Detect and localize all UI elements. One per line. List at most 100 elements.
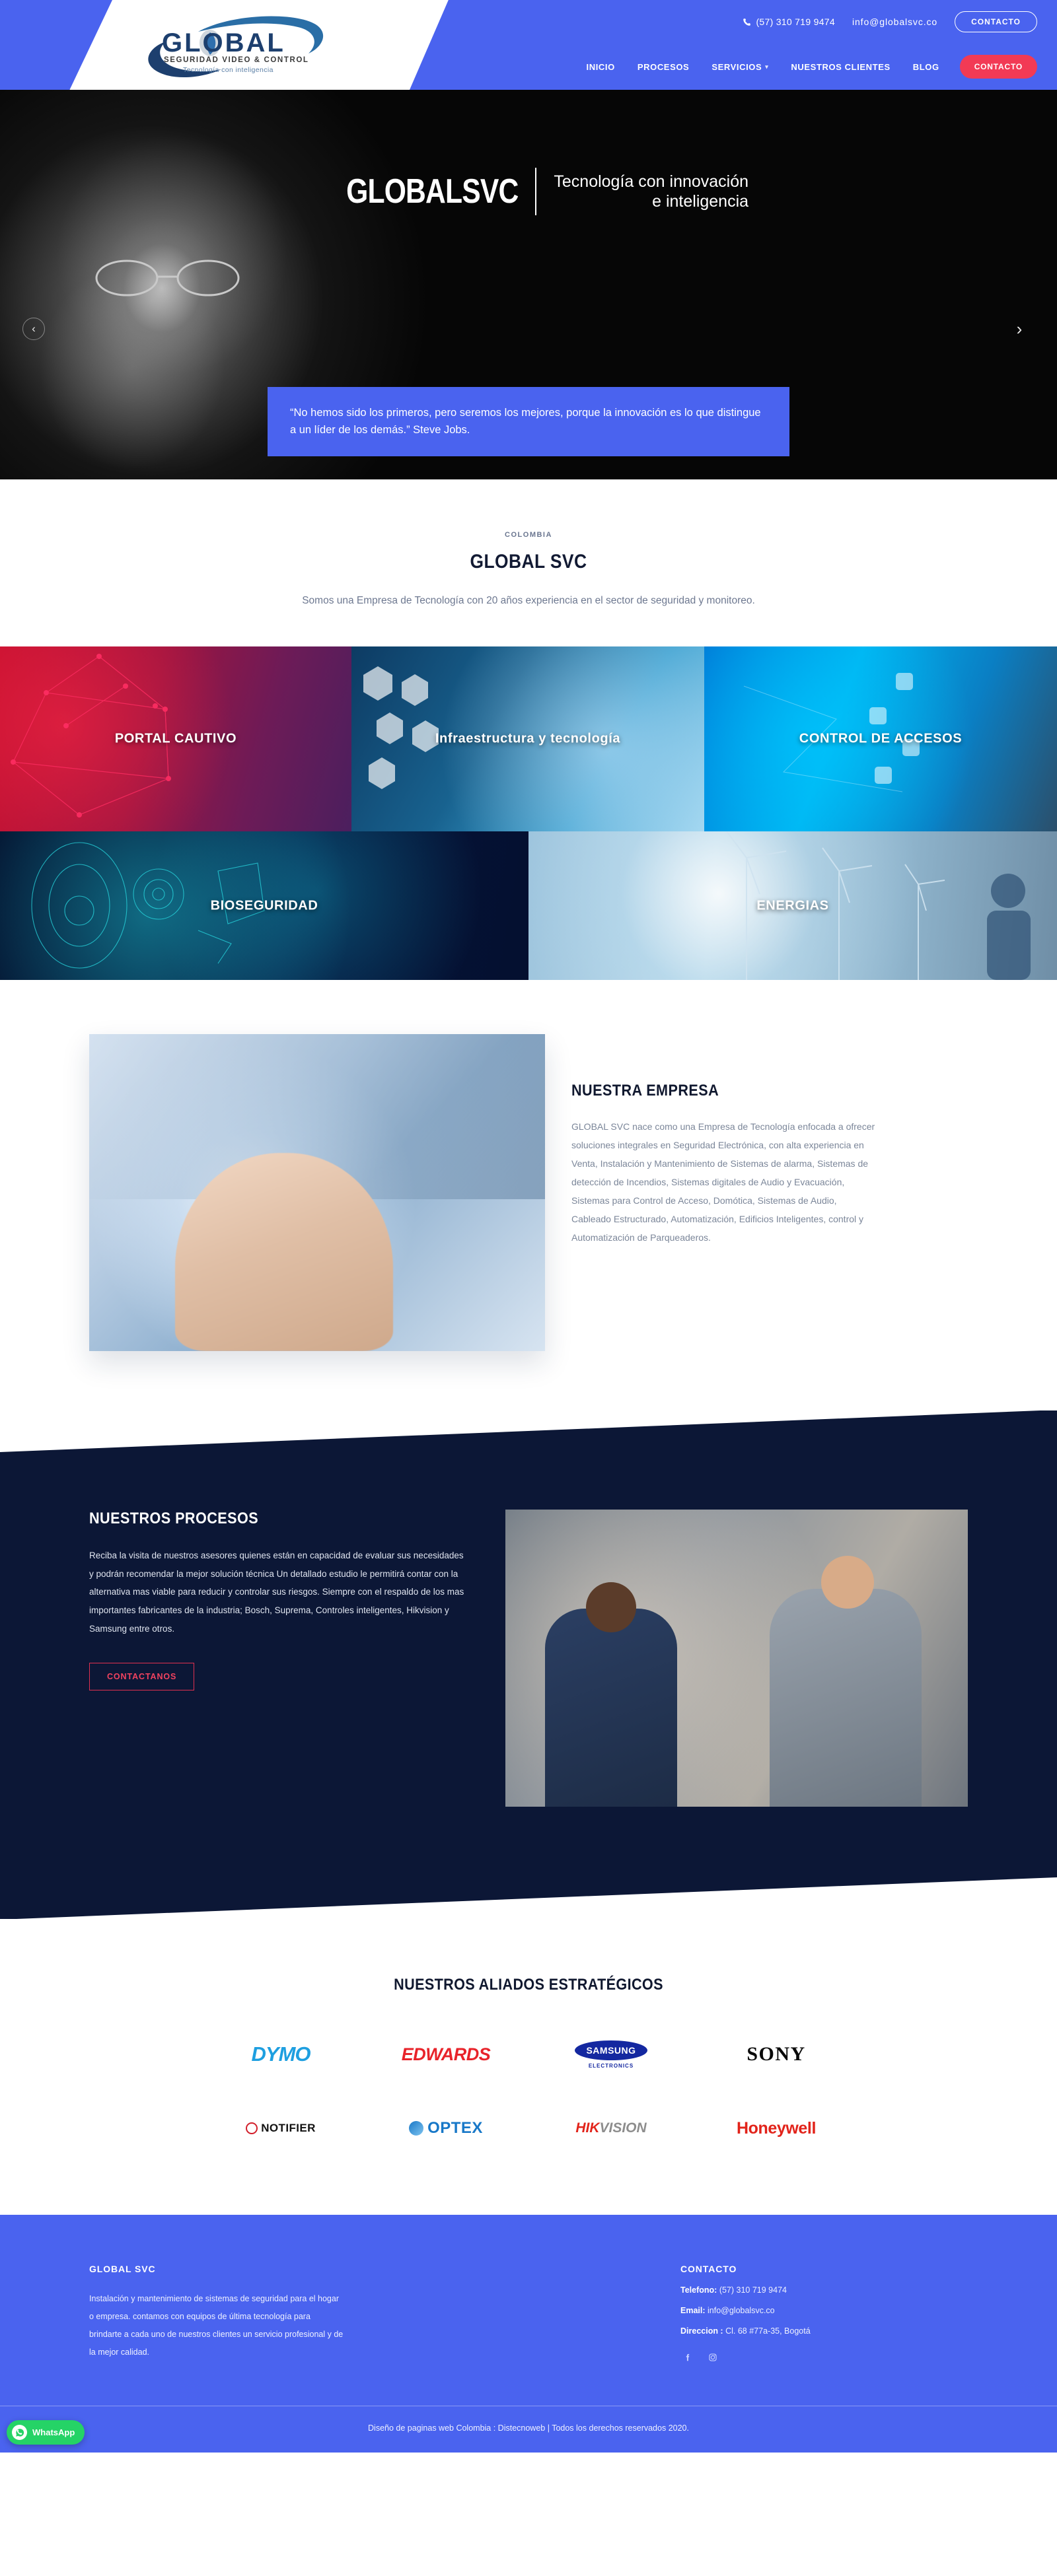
tile-infraestructura-y-tecnologia[interactable]: Infraestructura y tecnología — [351, 646, 704, 831]
nav-contact-cta-button[interactable]: CONTACTO — [959, 55, 1037, 79]
page-root: GLOBAL SEGURIDAD VIDEO & CONTROL Tecnolo… — [0, 0, 1057, 2453]
nav-item-nuestros-clientes[interactable]: NUESTROS CLIENTES — [780, 62, 901, 72]
partner-name: SAMSUNG — [575, 2040, 647, 2060]
tile-portal-cautivo[interactable]: PORTAL CAUTIVO — [0, 646, 351, 831]
services-tiles: PORTAL CAUTIVO Infraestructura y tecnolo… — [0, 646, 1057, 980]
partner-logo-optex[interactable]: OPTEX — [363, 2105, 528, 2151]
partner-logo-edwards[interactable]: EDWARDS — [363, 2031, 528, 2077]
hero-divider — [535, 168, 537, 215]
tile-label: BIOSEGURIDAD — [210, 898, 318, 913]
header-contact-button[interactable]: CONTACTO — [955, 11, 1037, 32]
intro-eyebrow: COLOMBIA — [505, 531, 552, 539]
footer-phone-value: (57) 310 719 9474 — [719, 2285, 787, 2295]
optex-swirl-icon — [409, 2121, 424, 2136]
nav-label: BLOG — [912, 61, 939, 72]
partner-name: SONY — [747, 2043, 806, 2065]
site-header: GLOBAL SEGURIDAD VIDEO & CONTROL Tecnolo… — [0, 0, 1057, 90]
procesos-title: NUESTROS PROCESOS — [89, 1510, 259, 1527]
logo-tagline-secondary: Tecnología con inteligencia — [183, 66, 273, 74]
chevron-down-icon: ▾ — [765, 63, 769, 70]
aliados-title: NUESTROS ALIADOS ESTRATÉGICOS — [394, 1976, 663, 1994]
nav-label: SERVICIOS — [711, 61, 762, 72]
footer-phone-line: Telefono: (57) 310 719 9474 — [680, 2285, 935, 2295]
header-email[interactable]: info@globalsvc.co — [852, 17, 937, 27]
partner-logo-row-2: NOTIFIER OPTEX HIKVISION Honeywell — [198, 2105, 859, 2151]
intro-title: GLOBAL SVC — [470, 551, 587, 573]
hero-subtitle: Tecnología con innovación e inteligencia — [554, 172, 748, 212]
partner-subname: ELECTRONICS — [588, 2062, 634, 2069]
footer-copyright: Diseño de paginas web Colombia : Distecn… — [0, 2406, 1057, 2453]
nav-item-procesos[interactable]: PROCESOS — [626, 62, 700, 72]
hero-next-arrow-icon[interactable]: › — [1008, 318, 1031, 340]
partner-name: EDWARDS — [401, 2044, 491, 2064]
procesos-image-head-right — [821, 1556, 874, 1609]
nav-item-inicio[interactable]: INICIO — [575, 62, 626, 72]
procesos-body: Reciba la visita de nuestros asesores qu… — [89, 1550, 464, 1634]
footer-address-line: Direccion : Cl. 68 #77a-35, Bogotá — [680, 2326, 935, 2336]
tiles-row-1: PORTAL CAUTIVO Infraestructura y tecnolo… — [0, 646, 1057, 831]
footer-email-line: Email: info@globalsvc.co — [680, 2306, 935, 2315]
procesos-image-head-left — [586, 1582, 636, 1632]
tile-label: ENERGIAS — [756, 898, 829, 913]
hero-headline-group: GLOBALSVC Tecnología con innovación e in… — [0, 168, 1057, 215]
procesos-text-block: NUESTROS PROCESOS Reciba la visita de nu… — [89, 1510, 466, 1691]
footer-address-value: Cl. 68 #77a-35, Bogotá — [725, 2326, 811, 2336]
nav-label: INICIO — [586, 61, 615, 72]
footer-brand-text: Instalación y mantenimiento de sistemas … — [89, 2294, 344, 2357]
tile-bioseguridad[interactable]: BIOSEGURIDAD — [0, 831, 528, 980]
facebook-icon[interactable] — [680, 2350, 695, 2365]
hero-title: GLOBALSVC — [346, 172, 519, 211]
nav-label: PROCESOS — [637, 61, 690, 72]
contactanos-button[interactable]: CONTACTANOS — [89, 1663, 195, 1691]
whatsapp-icon — [12, 2425, 27, 2440]
whatsapp-float-button[interactable]: WhatsApp — [7, 2420, 85, 2445]
tile-control-de-accesos[interactable]: CONTROL DE ACCESOS — [704, 646, 1057, 831]
empresa-body: GLOBAL SVC nace como una Empresa de Tecn… — [571, 1121, 875, 1243]
hero-subtitle-line2: e inteligencia — [652, 192, 749, 211]
partner-logo-dymo[interactable]: DYMO — [198, 2031, 363, 2077]
header-phone-text: (57) 310 719 9474 — [756, 17, 835, 27]
partner-logo-samsung[interactable]: SAMSUNG ELECTRONICS — [528, 2031, 694, 2077]
empresa-image — [89, 1034, 545, 1351]
procesos-section: NUESTROS PROCESOS Reciba la visita de nu… — [0, 1410, 1057, 1920]
partner-logo-row-1: DYMO EDWARDS SAMSUNG ELECTRONICS SONY — [198, 2031, 859, 2077]
header-email-text: info@globalsvc.co — [852, 17, 938, 27]
intro-section: COLOMBIA GLOBAL SVC Somos una Empresa de… — [0, 479, 1057, 646]
procesos-image — [505, 1510, 968, 1807]
partner-logo-sony[interactable]: SONY — [694, 2031, 859, 2077]
header-phone[interactable]: (57) 310 719 9474 — [743, 17, 835, 27]
partner-name: OPTEX — [427, 2119, 483, 2137]
partner-logo-hikvision[interactable]: HIKVISION — [528, 2105, 694, 2151]
partner-name: DYMO — [251, 2042, 311, 2066]
whatsapp-label: WhatsApp — [32, 2427, 75, 2437]
tile-label: PORTAL CAUTIVO — [114, 731, 237, 746]
header-topbar: (57) 310 719 9474 info@globalsvc.co CONT… — [462, 0, 1057, 44]
glasses-icon — [95, 260, 240, 296]
footer-email-value[interactable]: info@globalsvc.co — [708, 2306, 775, 2315]
logo-wordmark: GLOBAL — [162, 28, 285, 57]
partner-logo-honeywell[interactable]: Honeywell — [694, 2105, 859, 2151]
footer-contact-column: CONTACTO Telefono: (57) 310 719 9474 Ema… — [680, 2264, 968, 2365]
partner-logo-notifier[interactable]: NOTIFIER — [198, 2105, 363, 2151]
footer-brand-title: GLOBAL SVC — [89, 2264, 156, 2274]
footer-address-label: Direccion : — [680, 2326, 723, 2336]
procesos-image-person-left — [545, 1609, 677, 1807]
tile-energias[interactable]: ENERGIAS — [528, 831, 1057, 980]
nav-item-servicios[interactable]: SERVICIOS ▾ — [700, 62, 780, 72]
nav-item-blog[interactable]: BLOG — [902, 62, 951, 72]
hero-quote-box: “No hemos sido los primeros, pero seremo… — [268, 387, 789, 457]
footer-phone-label: Telefono: — [680, 2285, 717, 2295]
site-logo[interactable]: GLOBAL SEGURIDAD VIDEO & CONTROL Tecnolo… — [135, 5, 353, 85]
empresa-section: NUESTRA EMPRESA GLOBAL SVC nace como una… — [0, 980, 1057, 1410]
instagram-icon[interactable] — [706, 2350, 720, 2365]
nav-label: NUESTROS CLIENTES — [791, 61, 891, 72]
site-footer: GLOBAL SVC Instalación y mantenimiento d… — [0, 2215, 1057, 2453]
procesos-image-person-right — [770, 1589, 922, 1807]
hero-prev-arrow-icon[interactable]: ‹ — [22, 318, 45, 340]
tile-label: Infraestructura y tecnología — [435, 731, 621, 746]
partner-name-b: VISION — [599, 2120, 647, 2136]
empresa-title: NUESTRA EMPRESA — [571, 1082, 719, 1099]
main-navigation: INICIO PROCESOS SERVICIOS ▾ NUESTROS CLI… — [462, 44, 1057, 90]
hero-slider: GLOBALSVC Tecnología con innovación e in… — [0, 90, 1057, 479]
footer-contact-title: CONTACTO — [680, 2264, 737, 2274]
